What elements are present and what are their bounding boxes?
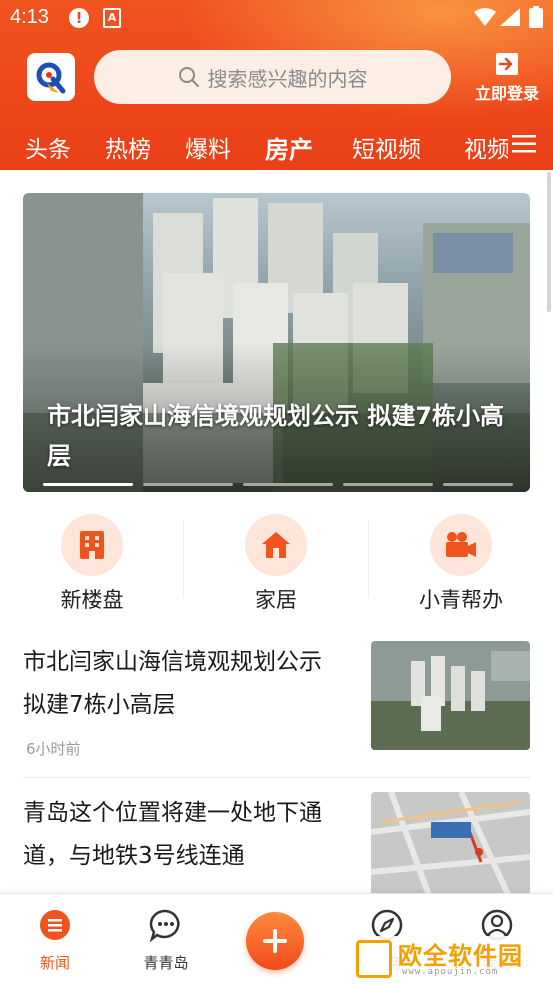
carousel-dot	[143, 483, 233, 486]
quick-icon-bg	[245, 514, 307, 576]
watermark-logo-icon	[356, 940, 392, 978]
quick-icon-bg	[61, 514, 123, 576]
battery-icon	[529, 6, 543, 28]
quick-label: 家居	[255, 588, 297, 612]
carousel-dot	[243, 483, 333, 486]
map-image	[371, 792, 530, 901]
quick-home-furnishing[interactable]: 家居	[184, 510, 368, 620]
signal-icon	[500, 8, 520, 26]
channel-tabs: 头条 热榜 爆料 房产 短视频 视频	[0, 124, 553, 168]
aerial-buildings-image	[371, 641, 530, 750]
news-title: 青岛这个位置将建一处地下通道，与地铁3号线连通	[23, 800, 322, 869]
carousel-dot	[343, 483, 433, 486]
publish-button[interactable]	[246, 912, 304, 970]
quick-label: 新楼盘	[60, 588, 124, 612]
search-bar[interactable]: 搜索感兴趣的内容	[94, 50, 451, 104]
watermark-text: 欧全软件园	[398, 942, 523, 970]
carousel-indicator	[43, 483, 513, 486]
app-screen: 4:13 ! A 搜索感兴趣的内容 立即登录 头条 热榜 爆料 房产 短视频 视…	[0, 0, 553, 984]
video-camera-icon	[446, 532, 476, 557]
building-icon	[80, 531, 104, 559]
app-notification-icon: A	[103, 8, 121, 28]
hero-banner[interactable]: 市北闫家山海信境观规划公示 拟建7栋小高层	[23, 193, 530, 492]
login-icon	[496, 53, 518, 75]
alert-icon: !	[69, 8, 89, 28]
news-title: 市北闫家山海信境观规划公示 拟建7栋小高层	[23, 649, 322, 718]
news-thumbnail	[371, 641, 530, 750]
tab-tips[interactable]: 爆料	[185, 130, 231, 164]
watermark: 欧全软件园 www.apoujin.com	[350, 936, 550, 982]
divider	[23, 777, 531, 778]
tab-headlines[interactable]: 头条	[25, 130, 71, 164]
quick-entries: 新楼盘 家居 小青帮办	[0, 510, 553, 620]
news-item[interactable]: 市北闫家山海信境观规划公示 拟建7栋小高层 6小时前	[23, 641, 531, 761]
nav-news[interactable]: 新闻	[10, 908, 100, 973]
quick-icon-bg	[430, 514, 492, 576]
status-bar: 4:13 ! A	[0, 0, 553, 36]
search-icon	[178, 67, 199, 87]
tab-hot-list[interactable]: 热榜	[105, 130, 151, 164]
app-logo[interactable]	[27, 53, 75, 101]
wifi-icon	[474, 8, 496, 26]
login-button[interactable]: 立即登录	[470, 52, 544, 103]
home-icon	[262, 532, 290, 558]
carousel-dot	[443, 483, 513, 486]
quick-new-homes[interactable]: 新楼盘	[0, 510, 184, 620]
quick-help-service[interactable]: 小青帮办	[369, 510, 553, 620]
tab-short-video[interactable]: 短视频	[352, 130, 421, 164]
quick-label: 小青帮办	[419, 588, 503, 612]
status-time: 4:13	[10, 6, 49, 28]
chat-icon	[149, 909, 180, 943]
tab-real-estate[interactable]: 房产	[265, 130, 313, 165]
plus-icon	[263, 929, 287, 953]
logo-icon	[36, 62, 66, 94]
news-icon	[40, 910, 70, 940]
nav-qingqingdao[interactable]: 青青岛	[121, 908, 211, 973]
search-placeholder: 搜索感兴趣的内容	[207, 66, 368, 91]
news-time: 6小时前	[26, 740, 81, 758]
scrollbar[interactable]	[547, 172, 551, 312]
menu-icon[interactable]	[512, 134, 536, 154]
hero-title: 市北闫家山海信境观规划公示 拟建7栋小高层	[47, 402, 505, 470]
login-label: 立即登录	[474, 84, 539, 103]
carousel-dot	[43, 483, 133, 486]
news-item[interactable]: 青岛这个位置将建一处地下通道，与地铁3号线连通	[23, 792, 531, 902]
watermark-url: www.apoujin.com	[402, 967, 499, 977]
nav-label: 新闻	[39, 954, 70, 972]
news-thumbnail	[371, 792, 530, 901]
tab-video[interactable]: 视频	[464, 130, 508, 164]
nav-label: 青青岛	[143, 954, 189, 972]
